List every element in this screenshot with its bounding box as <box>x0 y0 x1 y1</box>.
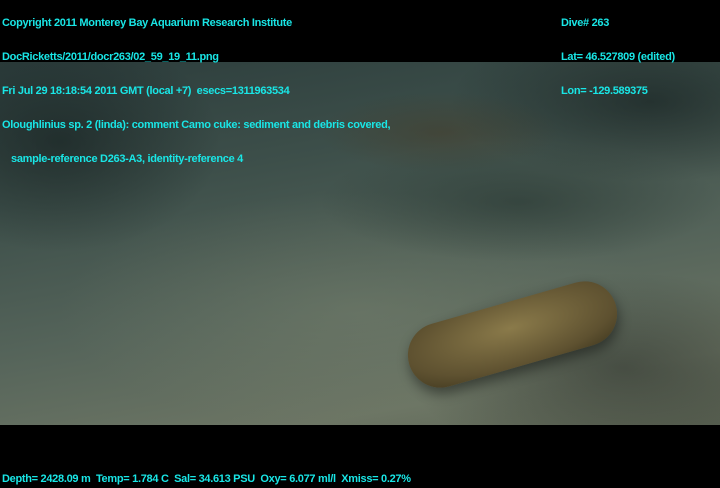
longitude: Lon= -129.589375 <box>561 85 648 97</box>
copyright-text: Copyright 2011 Monterey Bay Aquarium Res… <box>2 17 292 29</box>
sensor-readout: Depth= 2428.09 m Temp= 1.784 C Sal= 34.6… <box>2 473 411 485</box>
annotation-continued-text: sample-reference D263-A3, identity-refer… <box>11 153 243 165</box>
overlay-right: Dive# 263 Lat= 46.527809 (edited) Lon= -… <box>561 0 675 117</box>
latitude: Lat= 46.527809 (edited) <box>561 51 675 63</box>
annotation-text: Oloughlinius sp. 2 (linda): comment Camo… <box>2 119 391 131</box>
overlay-left: Copyright 2011 Monterey Bay Aquarium Res… <box>2 0 391 185</box>
dive-number: Dive# 263 <box>561 17 610 29</box>
filename-text: DocRicketts/2011/docr263/02_59_19_11.png <box>2 51 219 63</box>
timestamp-text: Fri Jul 29 18:18:54 2011 GMT (local +7) … <box>2 85 290 97</box>
